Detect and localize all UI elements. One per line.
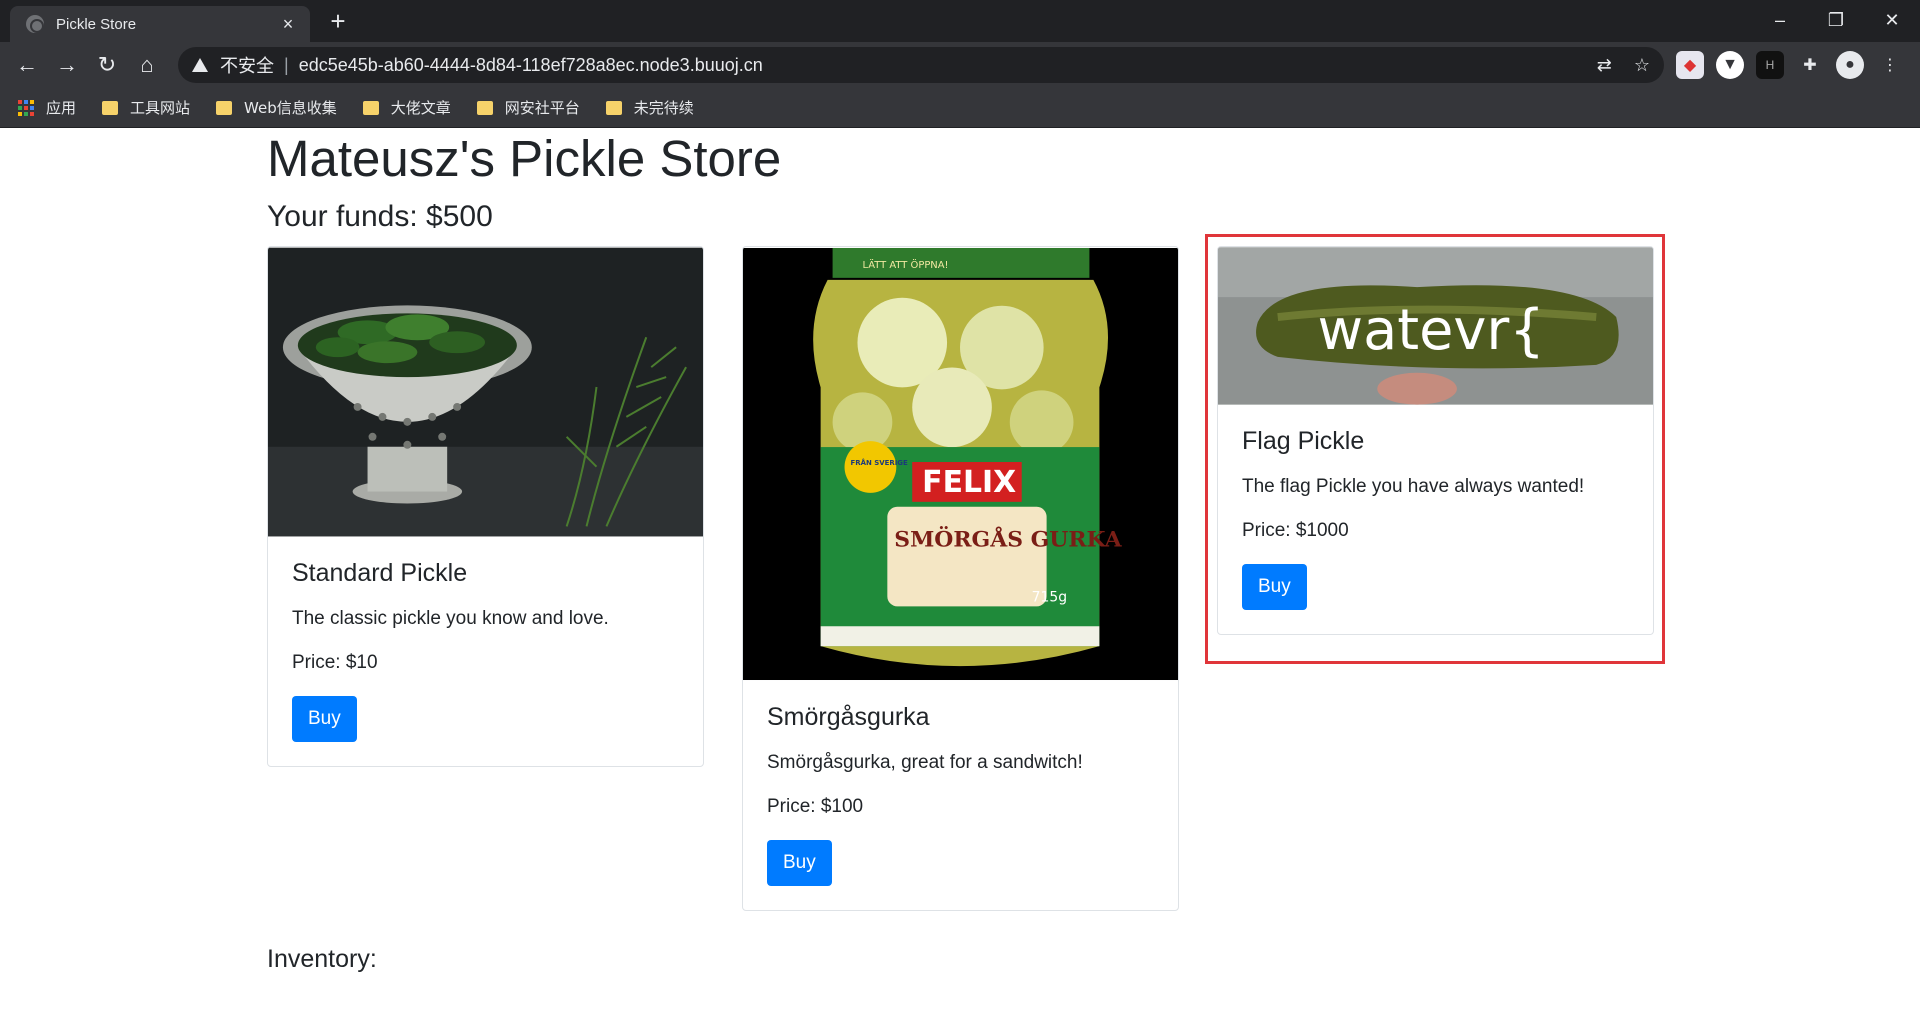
globe-icon bbox=[26, 15, 44, 33]
flag-image-text: watevr{ bbox=[1318, 298, 1545, 363]
product-description: Smörgåsgurka, great for a sandwitch! bbox=[767, 752, 1083, 773]
home-icon[interactable]: ⌂ bbox=[132, 50, 162, 80]
product-card-standard: Standard Pickle The classic pickle you k… bbox=[267, 246, 704, 767]
forward-icon[interactable]: → bbox=[52, 50, 82, 80]
reload-icon[interactable]: ↻ bbox=[92, 50, 122, 80]
extensions-area: ◆ ▼ H ✚ ● ⋮ bbox=[1676, 48, 1904, 82]
product-description: The classic pickle you know and love. bbox=[292, 608, 609, 629]
separator: | bbox=[284, 54, 289, 75]
minimize-button[interactable]: – bbox=[1752, 0, 1808, 40]
card-body: Flag Pickle The flag Pickle you have alw… bbox=[1218, 405, 1653, 634]
buy-button[interactable]: Buy bbox=[1242, 564, 1307, 610]
pickle-colander-image bbox=[268, 247, 703, 537]
profile-icon[interactable]: ● bbox=[1836, 51, 1864, 79]
product-price: Price: $1000 bbox=[1242, 520, 1349, 541]
bookmark-label: 未完待续 bbox=[633, 99, 694, 117]
product-price: Price: $10 bbox=[292, 652, 378, 673]
bookmark-apps[interactable]: 应用 bbox=[18, 97, 76, 118]
bookmark-folder[interactable]: 工具网站 bbox=[102, 97, 190, 118]
extension-icon-3[interactable]: H bbox=[1756, 51, 1784, 79]
bookmark-label: 大佬文章 bbox=[390, 99, 451, 117]
menu-dots-icon[interactable]: ⋮ bbox=[1876, 51, 1904, 79]
address-bar[interactable]: 不安全 | edc5e45b-ab60-4444-8d84-118ef728a8… bbox=[178, 47, 1664, 83]
bookmark-folder[interactable]: 大佬文章 bbox=[362, 97, 451, 118]
product-name: Standard Pickle bbox=[292, 559, 468, 587]
bookmark-folder[interactable]: Web信息收集 bbox=[216, 97, 337, 118]
tab-title: Pickle Store bbox=[56, 15, 137, 33]
flag-pickle-image: watevr{ bbox=[1218, 247, 1653, 405]
funds-label: Your funds: $500 bbox=[267, 200, 493, 233]
folder-icon bbox=[216, 100, 233, 115]
product-name: Flag Pickle bbox=[1242, 427, 1365, 455]
buy-button[interactable]: Buy bbox=[767, 840, 832, 886]
jar-brand-text: FELIX bbox=[922, 465, 1016, 500]
folder-icon bbox=[605, 100, 622, 115]
extension-icon-2[interactable]: ▼ bbox=[1716, 51, 1744, 79]
jar-name-text: SMÖRGÅS GURKA bbox=[894, 525, 1122, 553]
jar-lid-text: LÄTT ATT ÖPPNA! bbox=[862, 258, 948, 271]
folder-icon bbox=[476, 100, 493, 115]
bookmark-folder[interactable]: 网安社平台 bbox=[476, 97, 580, 118]
browser-toolbar: ← → ↻ ⌂ 不安全 | edc5e45b-ab60-4444-8d84-11… bbox=[0, 42, 1920, 88]
close-tab-icon[interactable]: × bbox=[276, 14, 300, 35]
extension-icon-1[interactable]: ◆ bbox=[1676, 51, 1704, 79]
page-title: Mateusz's Pickle Store bbox=[267, 130, 782, 187]
apps-grid-icon bbox=[18, 99, 34, 116]
bookmark-label: Web信息收集 bbox=[244, 99, 337, 117]
back-icon[interactable]: ← bbox=[12, 50, 42, 80]
folder-icon bbox=[362, 100, 379, 115]
browser-tab[interactable]: Pickle Store × bbox=[10, 6, 310, 42]
bookmark-folder[interactable]: 未完待续 bbox=[605, 97, 694, 118]
buy-button[interactable]: Buy bbox=[292, 696, 357, 742]
window-controls: – ❐ ✕ bbox=[1752, 0, 1920, 40]
translate-icon[interactable]: ⇄ bbox=[1597, 55, 1612, 76]
bookmark-label: 工具网站 bbox=[130, 99, 191, 117]
bookmark-label: 网安社平台 bbox=[504, 99, 580, 117]
jar-tag-text: FRÅN SVERIGE bbox=[851, 458, 909, 467]
product-price: Price: $100 bbox=[767, 796, 864, 817]
pickle-jar-image: LÄTT ATT ÖPPNA! FRÅN SVERIGE FELIX SMÖRG… bbox=[743, 247, 1178, 681]
bookmarks-bar: 应用 工具网站 Web信息收集 大佬文章 网安社平台 未完待续 bbox=[0, 88, 1920, 128]
card-body: Standard Pickle The classic pickle you k… bbox=[268, 537, 703, 766]
puzzle-icon[interactable]: ✚ bbox=[1796, 51, 1824, 79]
card-body: Smörgåsgurka Smörgåsgurka, great for a s… bbox=[743, 681, 1178, 910]
product-card-smorgasgurka: LÄTT ATT ÖPPNA! FRÅN SVERIGE FELIX SMÖRG… bbox=[742, 246, 1179, 911]
close-window-button[interactable]: ✕ bbox=[1864, 0, 1920, 40]
product-card-flag: watevr{ Flag Pickle The flag Pickle you … bbox=[1217, 246, 1654, 635]
folder-icon bbox=[102, 100, 119, 115]
product-name: Smörgåsgurka bbox=[767, 703, 930, 731]
url-text[interactable]: edc5e45b-ab60-4444-8d84-118ef728a8ec.nod… bbox=[299, 55, 1575, 76]
bookmark-label: 应用 bbox=[46, 99, 77, 117]
browser-tabstrip: Pickle Store × + – ❐ ✕ bbox=[0, 0, 1920, 42]
inventory-heading: Inventory: bbox=[267, 945, 377, 973]
new-tab-button[interactable]: + bbox=[324, 8, 352, 36]
security-label[interactable]: 不安全 bbox=[220, 52, 274, 78]
warning-icon bbox=[192, 58, 208, 72]
jar-weight-text: 715g bbox=[1032, 589, 1067, 605]
restore-button[interactable]: ❐ bbox=[1808, 0, 1864, 40]
product-description: The flag Pickle you have always wanted! bbox=[1242, 476, 1585, 497]
bookmark-star-icon[interactable]: ☆ bbox=[1634, 55, 1650, 76]
